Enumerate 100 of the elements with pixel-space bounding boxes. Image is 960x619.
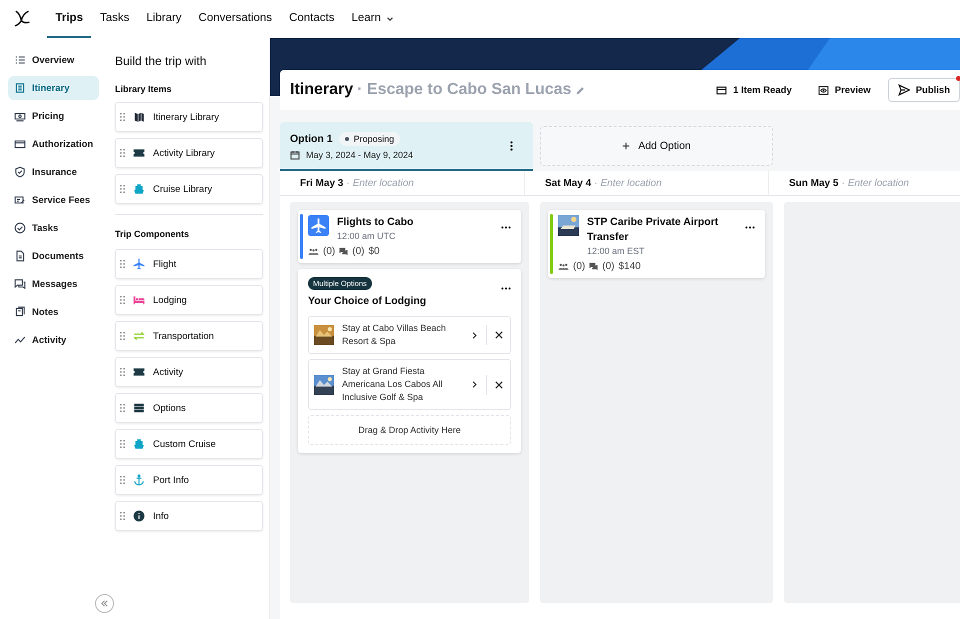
chat-icon [589,262,598,271]
chevron-right-icon[interactable] [471,381,478,388]
component-item[interactable]: Info [115,501,263,531]
nav-tab[interactable]: Library [138,0,190,38]
ready-button[interactable]: 1 Item Ready [707,80,801,100]
ticket-icon [133,366,145,378]
price: $0 [368,246,380,257]
option-name: Option 1 [290,132,333,144]
component-item[interactable]: Lodging [115,285,263,315]
plus-icon [622,142,630,150]
sidebar-item[interactable]: Authorization [8,132,99,156]
ship-icon [133,438,145,450]
itinerary-card[interactable]: STP Caribe Private Airport Transfer 12:00 am EST (0) (0) $140 [548,210,765,278]
drag-handle-icon [120,260,125,268]
nav-tab[interactable]: Tasks [91,0,138,38]
nav-tab[interactable]: Conversations [190,0,281,38]
section-heading: Trip Components [115,229,190,239]
component-item[interactable]: Flight [115,249,263,279]
component-label: Lodging [153,294,187,306]
sidebar-item[interactable]: Itinerary [8,76,99,100]
drag-handle-icon [120,404,125,412]
shield-icon [14,166,26,178]
option-tab[interactable]: Option 1 Proposing May 3, 2024 - May 9, 2024 [280,122,533,171]
airplane-icon [308,215,329,236]
more-icon[interactable] [501,226,511,229]
component-item[interactable]: Activity Library [115,138,263,168]
sidebar-item[interactable]: Notes [8,300,99,324]
component-label: Info [153,510,169,522]
choice-title: Stay at Grand Fiesta Americana Los Cabos All Inclusive Golf & Spa [342,365,444,404]
notes-icon [14,306,26,318]
itinerary-icon [14,82,26,94]
close-icon[interactable] [495,331,503,339]
sidebar-item[interactable]: Overview [8,48,99,72]
ship-icon [133,183,145,195]
drag-handle-icon [120,476,125,484]
location-field[interactable]: Enter location [600,178,700,188]
option-choice[interactable]: Stay at Cabo Villas Beach Resort & Spa [308,316,511,354]
status-badge: Proposing [338,132,400,146]
message-count: (0) [602,261,614,272]
component-item[interactable]: Transportation [115,321,263,351]
card-title: Your Choice of Lodging [308,295,428,307]
component-label: Custom Cruise [153,438,216,450]
card-icon [716,84,728,96]
close-icon[interactable] [495,380,503,388]
notification-dot [956,76,960,81]
traveler-count: (0) [323,246,336,257]
list-icon [14,54,26,66]
drag-handle-icon [120,512,125,520]
drag-handle-icon [120,296,125,304]
bed-icon [133,294,145,306]
separator-dot: · [346,178,350,188]
double-chevron-left-icon [100,599,109,608]
chat-icon [339,247,348,256]
more-icon[interactable] [510,140,513,150]
anchor-icon [133,474,145,486]
nav-tab[interactable]: Learn [342,0,402,38]
option-choice[interactable]: Stay at Grand Fiesta Americana Los Cabos All Inclusive Golf & Spa [308,359,511,410]
component-label: Itinerary Library [153,112,219,122]
traveler-count: (0) [573,261,586,272]
more-icon[interactable] [745,226,755,229]
more-icon[interactable] [501,287,511,290]
nav-tab[interactable]: Contacts [280,0,343,38]
sidebar-item[interactable]: Messages [8,272,99,296]
sidebar-item[interactable]: Tasks [8,216,99,240]
sidebar-item[interactable]: Insurance [8,160,99,184]
day-label: Sun May 5 [789,178,838,188]
trip-name: · Escape to Cabo San Lucas [357,81,572,99]
drag-handle-icon [120,440,125,448]
location-field[interactable]: Enter location [352,178,453,188]
component-item[interactable]: Options [115,393,263,423]
location-field[interactable]: Enter location [848,178,948,188]
choice-title: Stay at Cabo Villas Beach Resort & Spa [342,322,447,348]
money-icon [14,110,26,122]
add-option-button[interactable]: Add Option [540,126,773,166]
sidebar-item[interactable]: Service Fees [8,188,99,212]
component-label: Activity [153,366,184,378]
component-item[interactable]: Cruise Library [115,174,263,204]
chat-icon [14,278,26,290]
collapse-button[interactable] [95,594,114,613]
sidebar-item[interactable]: Documents [8,244,99,268]
chevron-right-icon[interactable] [471,332,478,338]
people-icon [308,248,319,255]
component-item[interactable]: Port Info [115,465,263,495]
nav-tab[interactable]: Trips [47,0,92,38]
message-count: (0) [352,246,364,257]
component-item[interactable]: Custom Cruise [115,429,263,459]
day-label: Sat May 4 [545,178,592,188]
day-label: Fri May 3 [300,178,344,188]
info-icon [133,510,145,522]
drop-zone[interactable]: Drag & Drop Activity Here [308,415,511,445]
preview-button[interactable]: Preview [808,80,880,100]
sidebar-item[interactable]: Pricing [8,104,99,128]
component-item[interactable]: Itinerary Library [115,102,263,132]
drag-handle-icon [120,332,125,340]
date-range: May 3, 2024 - May 9, 2024 [306,150,414,160]
itinerary-card[interactable]: Flights to Cabo 12:00 am UTC (0) (0) $0 [298,210,521,263]
publish-button[interactable]: Publish [888,78,960,102]
sidebar-item[interactable]: Activity [8,328,99,352]
card-time: 12:00 am UTC [337,231,397,241]
component-item[interactable]: Activity [115,357,263,387]
